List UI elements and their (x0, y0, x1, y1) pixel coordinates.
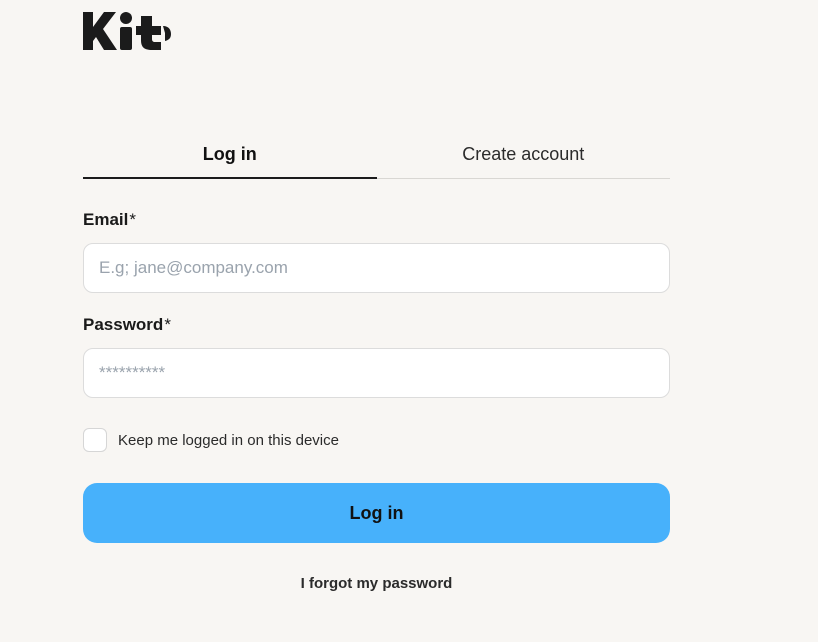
password-required-mark: * (164, 315, 171, 334)
password-label-text: Password (83, 315, 164, 334)
forgot-password-link[interactable]: I forgot my password (83, 575, 670, 592)
auth-tabs: Log in Create account (83, 130, 670, 179)
remember-me-checkbox[interactable] (83, 428, 107, 452)
email-field[interactable] (83, 243, 670, 293)
login-page: Log in Create account Email* Password* K… (0, 0, 818, 642)
remember-me-label[interactable]: Keep me logged in on this device (118, 432, 339, 449)
password-label: Password* (83, 315, 171, 335)
email-required-mark: * (129, 210, 136, 229)
kit-logo (83, 12, 171, 50)
tab-log-in[interactable]: Log in (83, 130, 377, 179)
log-in-button[interactable]: Log in (83, 483, 670, 543)
email-label-text: Email (83, 210, 129, 229)
tab-create-account[interactable]: Create account (377, 130, 671, 178)
password-field[interactable] (83, 348, 670, 398)
email-label: Email* (83, 210, 136, 230)
